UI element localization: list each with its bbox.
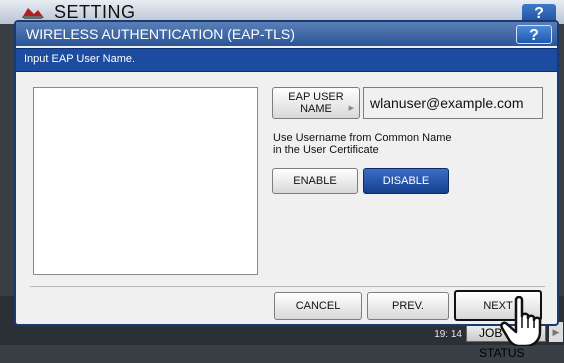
prev-button[interactable]: PREV. [367, 292, 449, 320]
dialog-help-button[interactable]: ? [516, 25, 552, 44]
eap-user-name-label-line2: NAME [300, 103, 332, 115]
message-bar: Input EAP User Name. [16, 48, 557, 72]
description-line1: Use Username from Common Name [273, 132, 452, 144]
setting-logo-icon [22, 8, 44, 19]
footer-divider [30, 286, 545, 287]
eap-user-arrow-icon: ▶ [348, 105, 354, 112]
eap-user-name-button[interactable]: EAP USER NAME ▶ [272, 87, 360, 119]
common-name-description: Use Username from Common Name in the Use… [273, 132, 533, 156]
eap-user-name-label-line1: EAP USER [288, 91, 344, 103]
eap-user-name-field[interactable]: wlanuser@example.com [363, 87, 543, 119]
certificate-list-panel[interactable] [33, 87, 258, 275]
pointing-hand-icon [500, 296, 542, 346]
dialog-title: WIRELESS AUTHENTICATION (EAP-TLS) [26, 26, 295, 42]
description-line2: in the User Certificate [273, 144, 379, 156]
eap-tls-dialog: WIRELESS AUTHENTICATION (EAP-TLS) ? Inpu… [14, 20, 559, 326]
cancel-button[interactable]: CANCEL [274, 292, 362, 320]
disable-button[interactable]: DISABLE [363, 168, 449, 194]
dialog-title-bar: WIRELESS AUTHENTICATION (EAP-TLS) ? [16, 22, 557, 46]
clock-time: 19: 14 [434, 329, 462, 340]
enable-button[interactable]: ENABLE [272, 168, 358, 194]
instruction-message: Input EAP User Name. [24, 53, 136, 65]
